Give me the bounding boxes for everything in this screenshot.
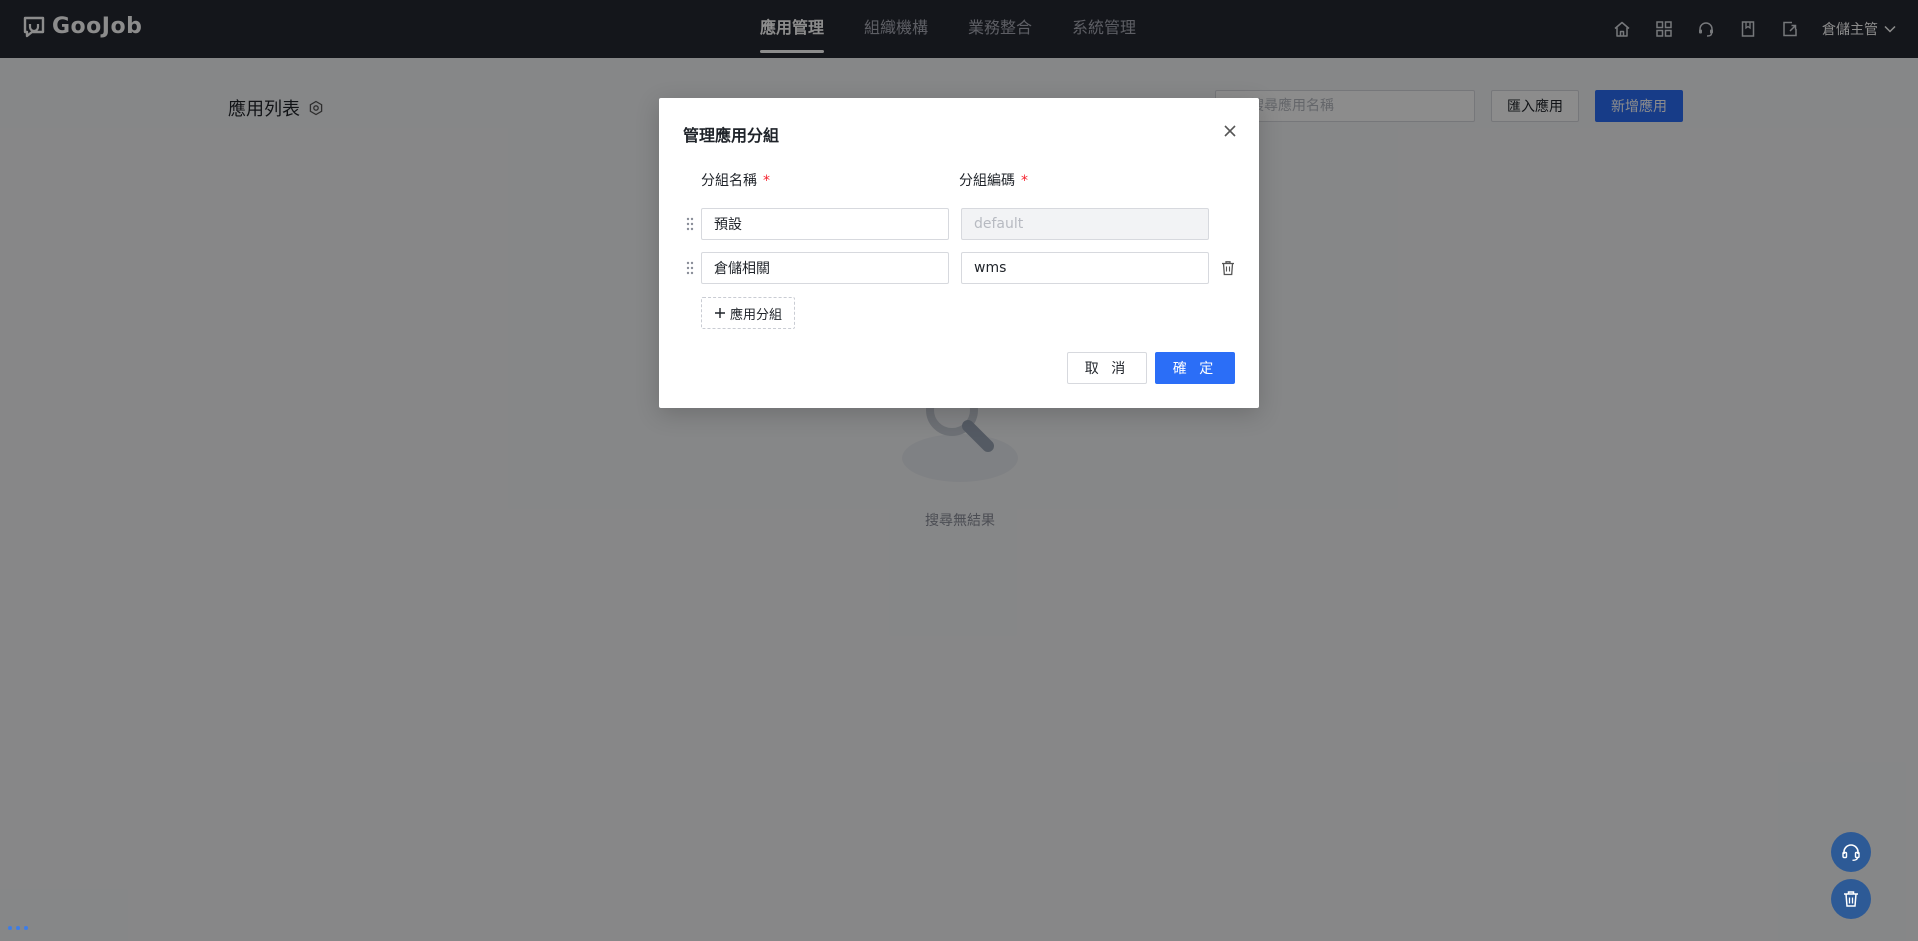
group-name-field[interactable] — [701, 252, 949, 284]
drag-handle-icon[interactable] — [685, 216, 695, 232]
drag-handle-icon[interactable] — [685, 260, 695, 276]
dialog-title: 管理應用分組 — [683, 126, 780, 145]
confirm-button[interactable]: 確 定 — [1155, 352, 1235, 384]
headset-icon — [1842, 844, 1860, 861]
close-icon[interactable] — [1221, 122, 1239, 140]
dialog-footer: 取 消 確 定 — [1067, 352, 1235, 384]
required-mark: * — [1021, 173, 1028, 189]
required-mark: * — [763, 173, 770, 189]
trash-icon[interactable] — [1221, 260, 1235, 276]
cancel-button[interactable]: 取 消 — [1067, 352, 1147, 384]
group-code-field[interactable] — [961, 252, 1209, 284]
plus-icon — [715, 308, 725, 318]
trash-icon — [1844, 891, 1858, 907]
add-group-label: 應用分組 — [730, 307, 783, 323]
add-app-group-button[interactable]: 應用分組 — [701, 297, 796, 329]
group-code-column-label: 分組編碼 * — [959, 173, 1028, 189]
manage-app-groups-dialog: 管理應用分組 分組名稱* 分組編碼* 應用分組 取 消 確 定 — [659, 98, 1259, 408]
recycle-bin-button[interactable] — [1831, 879, 1871, 919]
more-dots-icon[interactable] — [8, 926, 28, 930]
group-code-field — [961, 208, 1209, 240]
group-name-column-label: 分組名稱 * — [701, 173, 770, 189]
group-name-field[interactable] — [701, 208, 949, 240]
support-button[interactable] — [1831, 832, 1871, 872]
